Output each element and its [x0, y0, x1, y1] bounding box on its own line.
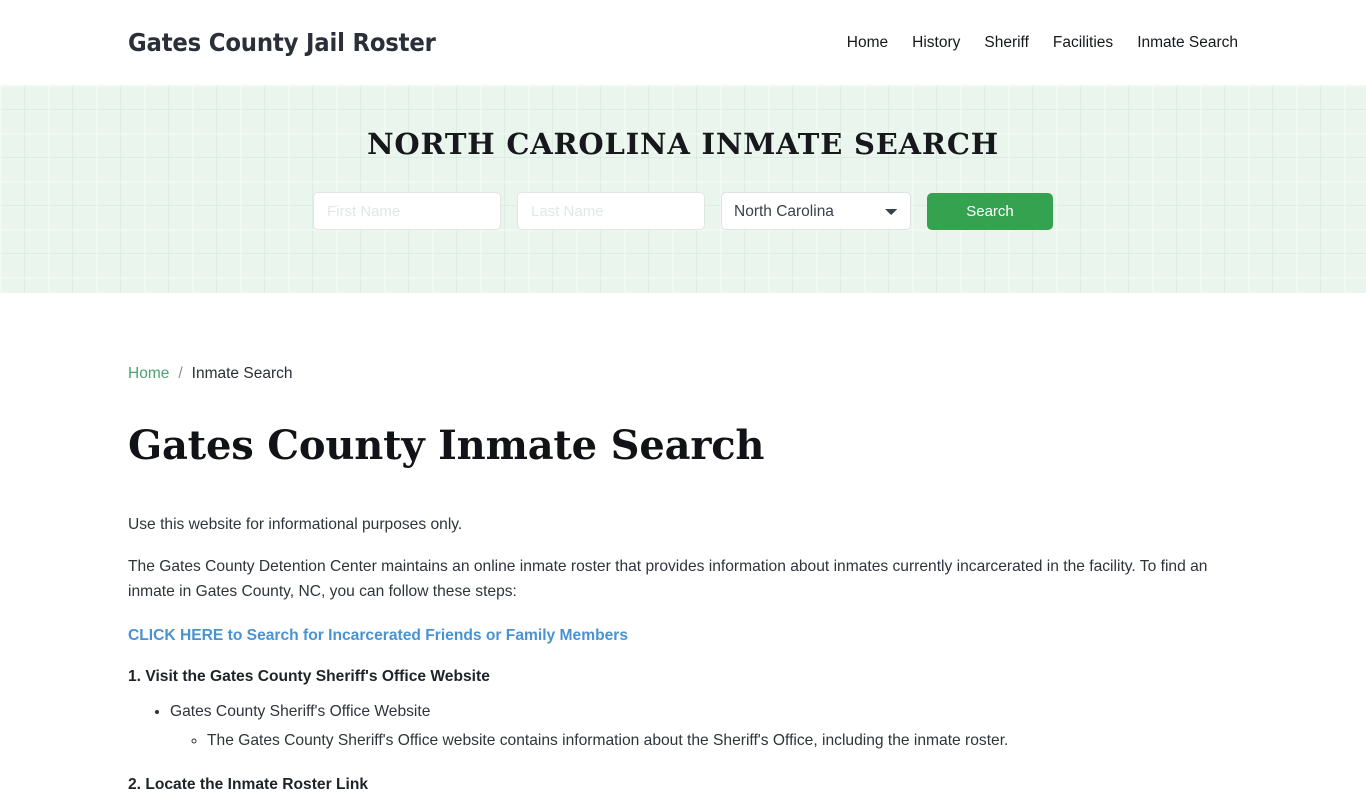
last-name-input[interactable] — [517, 192, 705, 230]
search-button[interactable]: Search — [927, 192, 1053, 230]
list-item: The Gates County Sheriff's Office websit… — [207, 729, 1238, 753]
list-item: Gates County Sheriff's Office Website Th… — [170, 700, 1238, 754]
main-navigation: Home History Sheriff Facilities Inmate S… — [835, 28, 1238, 58]
step-1-sublist: The Gates County Sheriff's Office websit… — [170, 729, 1238, 753]
page-title: Gates County Inmate Search — [128, 422, 765, 469]
step-heading-2: 2. Locate the Inmate Roster Link — [128, 775, 369, 793]
hero-title: NORTH CAROLINA INMATE SEARCH — [367, 127, 999, 161]
cta-search-link[interactable]: CLICK HERE to Search for Incarcerated Fr… — [128, 627, 628, 645]
nav-item-sheriff[interactable]: Sheriff — [972, 28, 1041, 58]
hero-search-banner: NORTH CAROLINA INMATE SEARCH North Carol… — [0, 85, 1366, 293]
step-heading-1: 1. Visit the Gates County Sheriff's Offi… — [128, 667, 490, 685]
intro-paragraph-2: The Gates County Detention Center mainta… — [128, 558, 1208, 600]
step-1-list: Gates County Sheriff's Office Website Th… — [128, 700, 1238, 754]
main-content: Home / Inmate Search Gates County Inmate… — [0, 293, 1366, 794]
state-select[interactable]: North Carolina — [721, 192, 911, 230]
site-brand-logo[interactable]: Gates County Jail Roster — [128, 28, 436, 57]
breadcrumb-link-home[interactable]: Home — [128, 365, 169, 383]
breadcrumb-current-page: Inmate Search — [191, 365, 293, 382]
nav-item-history[interactable]: History — [900, 28, 972, 58]
nav-item-inmate-search[interactable]: Inmate Search — [1125, 28, 1238, 58]
list-item-label: Gates County Sheriff's Office Website — [170, 702, 431, 720]
first-name-input[interactable] — [313, 192, 501, 230]
nav-item-home[interactable]: Home — [835, 28, 900, 58]
intro-paragraph-1: Use this website for informational purpo… — [128, 516, 463, 533]
site-header: Gates County Jail Roster Home History Sh… — [0, 0, 1366, 85]
nav-item-facilities[interactable]: Facilities — [1041, 28, 1125, 58]
inmate-search-form: North Carolina Search — [313, 192, 1053, 230]
breadcrumb: Home / Inmate Search — [128, 293, 1238, 383]
breadcrumb-separator: / — [178, 365, 183, 382]
